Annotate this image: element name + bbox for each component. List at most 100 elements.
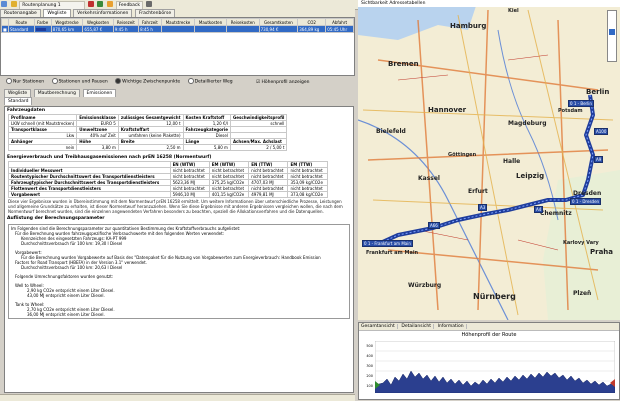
city-label: Frankfurt am Main — [366, 250, 419, 256]
grid-header[interactable]: Reisekosten — [225, 18, 260, 26]
grid-header[interactable]: Mautkosten — [194, 18, 227, 26]
tab-verkehrsinformationen[interactable]: Verkehrsinformationen — [73, 9, 133, 17]
route-grid: Route Farbe Wegstrecke Wegkosten Reiseze… — [0, 17, 355, 76]
feedback-icon[interactable] — [106, 1, 113, 7]
vehicle-cell: Kosten Kraftstoff — [182, 114, 231, 121]
params-box: Im Folgenden sind die Berechnungsparamet… — [8, 224, 350, 319]
grid-header[interactable]: Reisezeit — [112, 18, 140, 26]
norm-note: Diese vier Ergebnisse wurden in Übereins… — [8, 199, 343, 214]
map-header: Sichtbarkeit Adressetabellen — [358, 0, 620, 7]
row-checkbox[interactable]: ■ — [1, 25, 9, 33]
tab-information[interactable]: Information — [436, 324, 467, 329]
tab-emissionen[interactable]: Emissionen — [82, 89, 117, 97]
map-canvas[interactable] — [358, 0, 620, 320]
height-profile-checkbox[interactable]: ☑ Höhenprofil anzeigen — [256, 80, 309, 85]
city-label: Plzeň — [573, 290, 592, 297]
route-label: A9 — [594, 156, 604, 163]
tab-frachtenboerse[interactable]: Frachtenbörse — [134, 9, 176, 17]
grid-header[interactable]: Abfahrt — [325, 18, 354, 26]
emission-cell: 353,09 kg/CO2e — [287, 179, 328, 186]
grid-header[interactable]: Wegstrecke — [50, 18, 84, 26]
radio-nur-stationen[interactable]: Nur Stationen — [6, 78, 44, 85]
vehicle-cell: LKW schnell (mit Mautstrecken) — [7, 120, 78, 127]
params-line: 36,00 MJ entspricht einem Liter Diesel. — [27, 312, 105, 317]
table-row: Vorgabewert 5946,10 MJ 401,15 kg/CO2e 49… — [8, 191, 328, 198]
delete-icon[interactable] — [87, 1, 94, 7]
grid-header[interactable]: Fahrzeit — [138, 18, 162, 26]
stop-marker-berlin[interactable]: 0 1 - Berlin — [568, 100, 594, 107]
city-label: Kiel — [508, 8, 519, 14]
vehicle-section-title: Fahrzeugdaten — [7, 108, 46, 113]
grid-header[interactable]: Wegkosten — [82, 18, 114, 26]
emission-cell: nicht betrachtet — [248, 173, 289, 180]
y-tick: 500 — [366, 344, 373, 348]
grid-cell: 9:45 h — [112, 25, 140, 33]
grid-header[interactable]: Gesamtkosten — [258, 18, 299, 26]
grid-cell: 870,65 km — [50, 25, 84, 33]
grid-cell: Standard — [8, 25, 35, 33]
settings-icon[interactable] — [145, 1, 152, 7]
emission-cell: nicht betrachtet — [248, 185, 289, 192]
new-route-icon[interactable] — [1, 1, 7, 7]
tab-routenangabe[interactable]: Routenangabe — [0, 9, 41, 17]
stop-marker-frankfurt[interactable]: 0 1 - Frankfurt am Main — [362, 240, 413, 247]
grid-header[interactable]: Route — [8, 18, 35, 26]
stop-marker-dresden[interactable]: 0 1 - Dresden — [570, 198, 602, 205]
tab-wegliste-sub[interactable]: Wegliste — [4, 89, 32, 97]
emission-cell: 373,08 kg/CO2e — [287, 191, 328, 198]
radio-wichtige-zwischenpunkte[interactable]: Wichtige Zwischenpunkte — [115, 78, 180, 85]
height-profile-chart[interactable] — [375, 341, 615, 393]
emission-section-title: Energieverbrauch und Treibhausgasemissio… — [7, 155, 212, 160]
sub-tabs-2: Standard — [4, 97, 33, 105]
city-label: Potsdam — [558, 108, 583, 114]
main-tabs: Routenangabe Wegliste Verkehrsinformatio… — [0, 9, 355, 17]
vehicle-cell: Fahrzeugkategorie — [182, 126, 231, 133]
emission-cell: nicht betrachtet — [169, 185, 210, 192]
city-label: Magdeburg — [508, 120, 547, 127]
emission-cell: nicht betrachtet — [169, 167, 210, 174]
city-label: Kassel — [418, 175, 440, 182]
radio-detaillierter-weg[interactable]: Detaillierter Weg — [187, 78, 233, 85]
tab-gesamtansicht[interactable]: Gesamtansicht — [359, 324, 398, 329]
zoom-handle[interactable] — [609, 29, 615, 35]
emission-cell: nicht betrachtet — [208, 167, 250, 174]
grid-cell: 364,89 kg — [297, 25, 327, 33]
city-label: Bremen — [388, 60, 419, 68]
emission-cell: 401,15 kg/CO2e — [208, 191, 250, 198]
emission-cell: 4979,81 MJ — [248, 191, 289, 198]
zoom-slider[interactable] — [607, 10, 617, 62]
map-view[interactable]: Sichtbarkeit Adressetabellen Hamburg Bre… — [358, 0, 620, 320]
grid-header[interactable]: Mautstrecke — [160, 18, 196, 26]
emission-cell: Fahrzeugtypischer Durchschnittswert des … — [8, 179, 171, 186]
grid-header[interactable]: CO2 — [297, 18, 327, 26]
profile-title: Höhenprofil der Route — [461, 332, 517, 338]
vehicle-cell: Emissionsklasse — [76, 114, 119, 121]
grid-cell — [194, 25, 227, 33]
calculate-icon[interactable] — [97, 1, 104, 7]
vehicle-table: Profilname Emissionsklasse zulässiges Ge… — [7, 114, 288, 151]
city-label: Halle — [503, 158, 521, 165]
table-row: nein 3,80 m 2,50 m 5,80 m 2 / 5,00 t — [7, 144, 288, 151]
vehicle-cell: zulässiges Gesamtgewicht — [117, 114, 184, 121]
profile-y-axis: 500 400 300 200 100 — [361, 341, 373, 391]
grid-header[interactable]: Farbe — [33, 18, 52, 26]
radio-stationen-pausen[interactable]: Stationen und Pausen — [51, 78, 108, 85]
tab-detailansicht[interactable]: Detailansicht — [399, 324, 434, 329]
vehicle-cell: umfahren (keine Plakette) — [117, 132, 184, 139]
table-row[interactable]: ■ Standard 870,65 km 655,87 € 9:45 h 8:4… — [1, 25, 354, 33]
emission-cell: 375,25 kg/CO2e — [208, 179, 250, 186]
city-label: Würzburg — [408, 282, 442, 289]
y-tick: 400 — [366, 354, 373, 358]
grid-header-check — [1, 18, 9, 26]
city-label: Bielefeld — [376, 128, 406, 135]
tab-standard[interactable]: Standard — [4, 97, 33, 105]
height-profile-panel: Gesamtansicht Detailansicht Information … — [358, 322, 620, 400]
tab-wegliste[interactable]: Wegliste — [43, 9, 71, 17]
city-label: Dresden — [573, 190, 602, 197]
vehicle-cell: 2 / 5,00 t — [229, 144, 288, 151]
grid-cell: 655,87 € — [82, 25, 114, 33]
route-label: A66 — [428, 222, 440, 229]
tab-mautberechnung[interactable]: Mautberechnung — [33, 89, 80, 97]
city-label: Praha — [590, 248, 614, 256]
open-icon[interactable] — [10, 1, 17, 7]
